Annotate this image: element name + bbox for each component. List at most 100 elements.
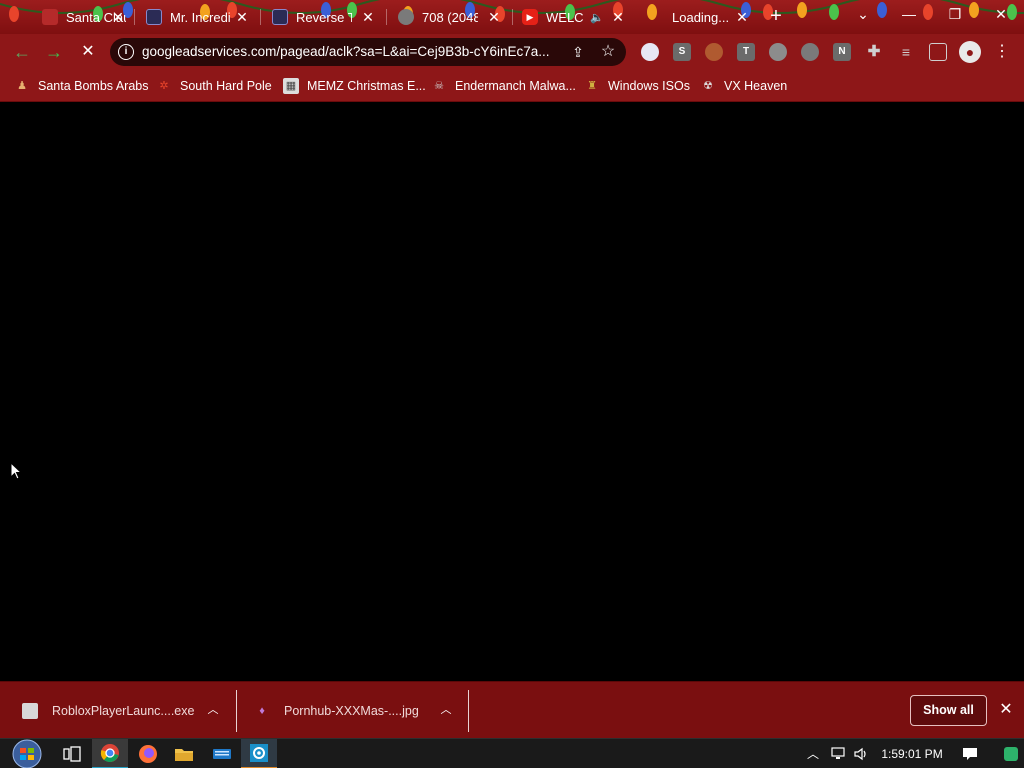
volume-tray-icon[interactable] bbox=[851, 739, 871, 768]
tab-title: 708 (2048 bbox=[422, 9, 478, 25]
taskbar-file-explorer[interactable] bbox=[166, 739, 202, 768]
tab-mr-incredible[interactable]: Mr. Incredible ✕ bbox=[140, 0, 256, 34]
page-content-area[interactable] bbox=[0, 103, 1024, 681]
arrow-left-icon: ← bbox=[13, 42, 31, 62]
image-file-icon: ♦ bbox=[259, 704, 265, 717]
info-icon[interactable]: i bbox=[118, 44, 134, 60]
bookmark-star-icon[interactable]: ☆ bbox=[598, 42, 618, 62]
download-filename: RobloxPlayerLaunc....exe bbox=[52, 703, 195, 718]
bookmark-endermanch-malwa[interactable]: ☠ Endermanch Malwa... bbox=[431, 76, 576, 96]
download-item-jpg[interactable]: ♦ Pornhub-XXXMas-....jpg ︿ bbox=[254, 682, 464, 739]
tray-app-icon[interactable] bbox=[1000, 739, 1022, 768]
mr-incredible-icon bbox=[146, 9, 162, 25]
media-extension-icon[interactable]: ≡ bbox=[897, 43, 915, 61]
tab-search-button[interactable]: ⌄ bbox=[840, 0, 886, 30]
avatar-extension-icon[interactable] bbox=[705, 43, 723, 61]
back-button[interactable]: ← bbox=[10, 40, 34, 64]
bookmark-label: VX Heaven bbox=[724, 79, 788, 93]
bookmark-vx-heaven[interactable]: ☢ VX Heaven bbox=[700, 76, 787, 96]
url-text[interactable]: googleadservices.com/pagead/aclk?sa=L&ai… bbox=[142, 44, 562, 59]
share-icon[interactable]: ⇪ bbox=[568, 42, 588, 62]
close-tab-icon[interactable]: ✕ bbox=[360, 9, 376, 25]
puzzle-extension-icon[interactable]: ✚ bbox=[865, 43, 883, 61]
flag-extension-icon[interactable] bbox=[641, 43, 659, 61]
bookmarks-bar: ♟ Santa Bombs Arabs ✲ South Hard Pole ▦ … bbox=[0, 70, 1024, 102]
vx-heaven-bookmark-icon: ☢ bbox=[703, 80, 713, 92]
show-all-button[interactable]: Show all bbox=[910, 695, 987, 726]
action-center-button[interactable] bbox=[956, 739, 984, 768]
bookmark-label: South Hard Pole bbox=[180, 79, 272, 93]
tab-welcome[interactable]: ▶ WELCOME 🔈 ✕ bbox=[516, 0, 632, 34]
tab-spinner-icon bbox=[648, 9, 664, 25]
audio-playing-icon[interactable]: 🔈 bbox=[590, 11, 604, 24]
memz-bookmark-icon: ▦ bbox=[283, 78, 299, 94]
t-extension-icon[interactable]: T bbox=[737, 43, 755, 61]
arrow-right-icon: → bbox=[45, 42, 63, 62]
bookmark-santa-bombs-arabs[interactable]: ♟ Santa Bombs Arabs bbox=[14, 76, 148, 96]
tab-santa-claus[interactable]: Santa Claus ✕ bbox=[36, 0, 132, 34]
tab-title: Loading... bbox=[672, 9, 730, 25]
close-tab-icon[interactable]: ✕ bbox=[734, 9, 750, 25]
green-app-icon bbox=[1004, 747, 1018, 761]
bookmark-label: Windows ISOs bbox=[608, 79, 690, 93]
tab-separator bbox=[134, 9, 135, 25]
forward-button[interactable]: → bbox=[42, 40, 66, 64]
bookmark-label: Endermanch Malwa... bbox=[455, 79, 576, 93]
minimize-button[interactable]: — bbox=[886, 0, 932, 30]
chevron-up-icon[interactable]: ︿ bbox=[439, 703, 453, 717]
close-tab-icon[interactable]: ✕ bbox=[110, 9, 126, 25]
tab-708-2048[interactable]: 708 (2048 ✕ bbox=[392, 0, 508, 34]
tab-reverse-text[interactable]: Reverse Text ✕ bbox=[266, 0, 382, 34]
show-hidden-icons-button[interactable]: ︿ bbox=[804, 739, 822, 768]
bookmark-label: Santa Bombs Arabs bbox=[38, 79, 149, 93]
bookmark-south-hard-pole[interactable]: ✲ South Hard Pole bbox=[156, 76, 272, 96]
close-window-button[interactable]: ✕ bbox=[978, 0, 1024, 30]
tab-loading[interactable]: Loading... ✕ bbox=[642, 0, 756, 34]
firefox-icon bbox=[139, 745, 157, 763]
gear-extension-icon[interactable] bbox=[801, 43, 819, 61]
taskbar-clock[interactable]: 1:59:01 PM bbox=[878, 739, 946, 768]
tab-title: WELCOME bbox=[546, 9, 584, 25]
bookmark-windows-isos[interactable]: ♜ Windows ISOs bbox=[584, 76, 690, 96]
network-tray-icon[interactable] bbox=[828, 739, 848, 768]
bookmark-label: MEMZ Christmas E... bbox=[307, 79, 426, 93]
roblox-file-icon bbox=[22, 702, 38, 719]
asterisk-bookmark-icon: ✲ bbox=[159, 80, 169, 92]
stop-button[interactable]: ✕ bbox=[76, 40, 100, 64]
s-extension-icon[interactable]: S bbox=[673, 43, 691, 61]
windows-taskbar: ︿ 1:59:01 PM bbox=[0, 738, 1024, 768]
taskbar-chrome[interactable] bbox=[92, 739, 128, 768]
close-tab-icon[interactable]: ✕ bbox=[610, 9, 626, 25]
mouse-cursor-icon bbox=[10, 462, 22, 480]
profile-avatar-icon[interactable]: ● bbox=[959, 41, 981, 63]
close-tab-icon[interactable]: ✕ bbox=[234, 9, 250, 25]
task-view-button[interactable] bbox=[54, 739, 90, 768]
tab-separator bbox=[260, 9, 261, 25]
task-view-icon bbox=[63, 746, 81, 762]
chevron-up-icon[interactable]: ︿ bbox=[206, 703, 220, 717]
bookmark-memz-christmas[interactable]: ▦ MEMZ Christmas E... bbox=[283, 76, 426, 96]
speaker-icon bbox=[854, 747, 866, 761]
taskbar-settings[interactable] bbox=[241, 739, 277, 768]
windows-iso-bookmark-icon: ♜ bbox=[587, 80, 597, 92]
youtube-icon: ▶ bbox=[522, 9, 538, 25]
folder-icon bbox=[175, 749, 193, 761]
n-extension-icon[interactable]: N bbox=[833, 43, 851, 61]
download-filename: Pornhub-XXXMas-....jpg bbox=[284, 703, 419, 718]
restore-button[interactable]: ❐ bbox=[932, 0, 978, 30]
gear-icon bbox=[250, 744, 268, 762]
download-item-roblox[interactable]: RobloxPlayerLaunc....exe ︿ bbox=[22, 682, 232, 739]
download-separator bbox=[468, 690, 469, 732]
close-download-shelf-button[interactable]: ✕ bbox=[996, 700, 1016, 720]
blocked-extension-icon[interactable] bbox=[769, 43, 787, 61]
download-shelf: RobloxPlayerLaunc....exe ︿ ♦ Pornhub-XXX… bbox=[0, 681, 1024, 738]
keyboard-icon bbox=[213, 749, 231, 759]
new-tab-button[interactable]: + bbox=[764, 5, 788, 29]
taskbar-firefox[interactable] bbox=[130, 739, 166, 768]
sidepanel-extension-icon[interactable] bbox=[929, 43, 947, 61]
menu-kebab-icon[interactable]: ⋮ bbox=[994, 41, 1010, 63]
taskbar-keyboard[interactable] bbox=[204, 739, 240, 768]
start-button[interactable] bbox=[8, 739, 46, 768]
close-tab-icon[interactable]: ✕ bbox=[486, 9, 502, 25]
address-bar[interactable]: i googleadservices.com/pagead/aclk?sa=L&… bbox=[110, 38, 626, 66]
